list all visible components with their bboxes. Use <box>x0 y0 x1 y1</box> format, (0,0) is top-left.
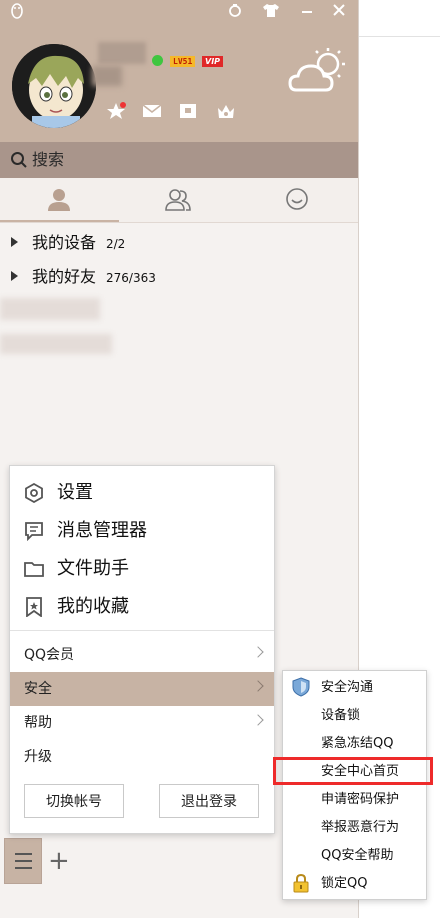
tab-contacts[interactable] <box>0 178 119 222</box>
group-name: 我的好友 <box>32 267 97 286</box>
weather-icon[interactable] <box>286 46 350 100</box>
blurred-group-row[interactable] <box>0 298 100 320</box>
submenu-item-report-abuse[interactable]: 举报恶意行为 <box>283 813 426 841</box>
folder-icon <box>24 559 44 579</box>
expand-arrow-icon <box>11 237 18 247</box>
message-manager-icon <box>24 521 44 541</box>
shield-icon <box>291 677 311 697</box>
menu-item-label: 设置 <box>57 482 93 503</box>
group-my-devices[interactable]: 我的设备 2/2 <box>0 228 358 258</box>
chat-bubble-icon <box>286 188 308 210</box>
mail-icon[interactable] <box>142 102 162 120</box>
menu-item-label: 消息管理器 <box>57 520 147 541</box>
search-icon <box>10 151 28 169</box>
qzone-star-icon[interactable] <box>106 102 126 120</box>
menu-item-label: 我的收藏 <box>57 596 129 617</box>
submenu-item-password-protection[interactable]: 申请密码保护 <box>283 785 426 813</box>
submenu-item-label: 锁定QQ <box>321 876 368 891</box>
menu-item-file-assistant[interactable]: 文件助手 <box>10 550 274 588</box>
menu-item-label: QQ会员 <box>24 647 75 663</box>
profile-header: LV51 VIP <box>0 0 358 142</box>
chevron-right-icon <box>252 646 264 658</box>
submenu-item-label: 安全沟通 <box>321 680 374 695</box>
security-submenu: 安全沟通 设备锁 紧急冻结QQ 安全中心首页 申请密码保护 举报恶意行为 QQ安… <box>282 670 427 900</box>
menu-item-qq-vip[interactable]: QQ会员 <box>10 638 274 672</box>
group-name: 我的设备 <box>32 233 97 252</box>
menu-item-label: 升级 <box>24 749 52 765</box>
vip-badge[interactable]: VIP <box>202 56 224 67</box>
settings-icon <box>24 483 44 503</box>
skin-icon[interactable] <box>226 2 244 22</box>
penguin-icon[interactable] <box>8 2 26 24</box>
blurred-group-row[interactable] <box>0 334 112 354</box>
group-my-friends[interactable]: 我的好友 276/363 <box>0 262 358 292</box>
menu-item-label: 安全 <box>24 681 52 697</box>
submenu-item-label: 举报恶意行为 <box>321 820 400 835</box>
menu-item-message-manager[interactable]: 消息管理器 <box>10 512 274 550</box>
submenu-item-label: 申请密码保护 <box>321 792 400 807</box>
main-menu-button[interactable] <box>4 838 42 884</box>
wallet-icon[interactable] <box>178 102 198 120</box>
submenu-item-device-lock[interactable]: 设备锁 <box>283 701 426 729</box>
submenu-item-lock-qq[interactable]: 锁定QQ <box>283 869 426 897</box>
title-bar <box>0 0 358 24</box>
menu-item-help[interactable]: 帮助 <box>10 706 274 740</box>
menu-item-settings[interactable]: 设置 <box>10 474 274 512</box>
chevron-right-icon <box>252 714 264 726</box>
menu-divider <box>10 630 274 631</box>
active-tab-indicator <box>0 220 119 222</box>
submenu-item-label: 设备锁 <box>321 708 361 723</box>
expand-arrow-icon <box>11 271 18 281</box>
minimize-icon[interactable] <box>298 2 316 22</box>
divider <box>359 36 440 37</box>
person-icon <box>48 189 70 211</box>
menu-item-upgrade[interactable]: 升级 <box>10 740 274 774</box>
tab-conversations[interactable] <box>238 178 357 222</box>
nickname-blurred <box>98 42 146 64</box>
online-status-icon[interactable] <box>152 55 163 66</box>
search-placeholder: 搜索 <box>32 150 65 169</box>
highlight-box <box>273 757 433 785</box>
signature-blurred <box>92 66 122 86</box>
main-menu: 设置 消息管理器 文件助手 我的收藏 QQ会员 安全 帮助 升级 切换帐号 退出… <box>9 465 275 834</box>
submenu-item-label: QQ安全帮助 <box>321 848 394 863</box>
search-bar[interactable]: 搜索 <box>0 142 358 178</box>
submenu-item-secure-chat[interactable]: 安全沟通 <box>283 673 426 701</box>
contact-tabs <box>0 178 358 223</box>
logout-button[interactable]: 退出登录 <box>159 784 259 818</box>
submenu-item-emergency-freeze[interactable]: 紧急冻结QQ <box>283 729 426 757</box>
avatar[interactable] <box>12 44 96 128</box>
group-count: 276/363 <box>106 271 156 285</box>
close-icon[interactable] <box>330 2 348 22</box>
shirt-icon[interactable] <box>262 2 280 22</box>
submenu-item-label: 紧急冻结QQ <box>321 736 394 751</box>
group-icon <box>165 189 191 211</box>
menu-item-label: 帮助 <box>24 715 52 731</box>
submenu-item-security-help[interactable]: QQ安全帮助 <box>283 841 426 869</box>
level-badge[interactable]: LV51 <box>170 56 196 67</box>
menu-item-security[interactable]: 安全 <box>10 672 274 706</box>
menu-item-label: 文件助手 <box>57 558 129 579</box>
add-icon[interactable]: + <box>48 846 70 876</box>
chevron-right-icon <box>252 680 264 692</box>
lock-icon <box>291 873 311 893</box>
crown-icon[interactable] <box>216 102 236 120</box>
tab-groups[interactable] <box>119 178 238 222</box>
menu-item-favorites[interactable]: 我的收藏 <box>10 588 274 626</box>
switch-account-button[interactable]: 切换帐号 <box>24 784 124 818</box>
group-count: 2/2 <box>106 237 126 251</box>
bookmark-icon <box>24 597 44 617</box>
